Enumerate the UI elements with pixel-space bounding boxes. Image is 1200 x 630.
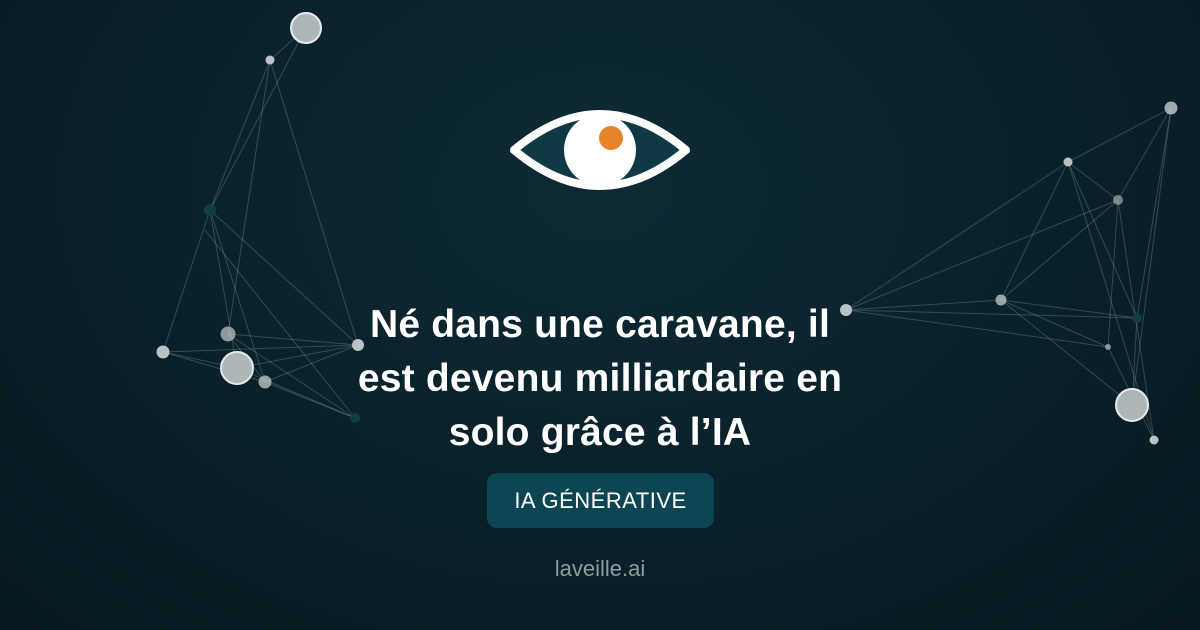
category-tag-label: IA GÉNÉRATIVE bbox=[514, 487, 687, 513]
network-node bbox=[265, 55, 275, 65]
headline-line: est devenu milliardaire en bbox=[357, 357, 843, 400]
network-node bbox=[156, 345, 170, 359]
network-node bbox=[1105, 344, 1111, 350]
network-node bbox=[204, 204, 216, 216]
network-node bbox=[1113, 195, 1123, 205]
eye-pupil bbox=[599, 126, 623, 150]
headline-line: solo grâce à l’IA bbox=[448, 411, 752, 454]
network-node bbox=[220, 326, 236, 342]
category-tag-button[interactable]: IA GÉNÉRATIVE bbox=[487, 473, 714, 528]
network-node bbox=[220, 351, 254, 385]
site-domain: laveille.ai bbox=[554, 556, 646, 581]
headline: Né dans une caravane, il est devenu mill… bbox=[300, 298, 900, 460]
network-node bbox=[1063, 157, 1073, 167]
network-node bbox=[1149, 435, 1159, 445]
network-node bbox=[1164, 101, 1178, 115]
eye-icon bbox=[510, 110, 690, 190]
network-node bbox=[1132, 313, 1142, 323]
network-node bbox=[290, 12, 322, 44]
network-node bbox=[995, 294, 1007, 306]
headline-line: Né dans une caravane, il bbox=[369, 303, 830, 346]
network-node bbox=[258, 375, 272, 389]
network-node bbox=[1115, 388, 1149, 422]
